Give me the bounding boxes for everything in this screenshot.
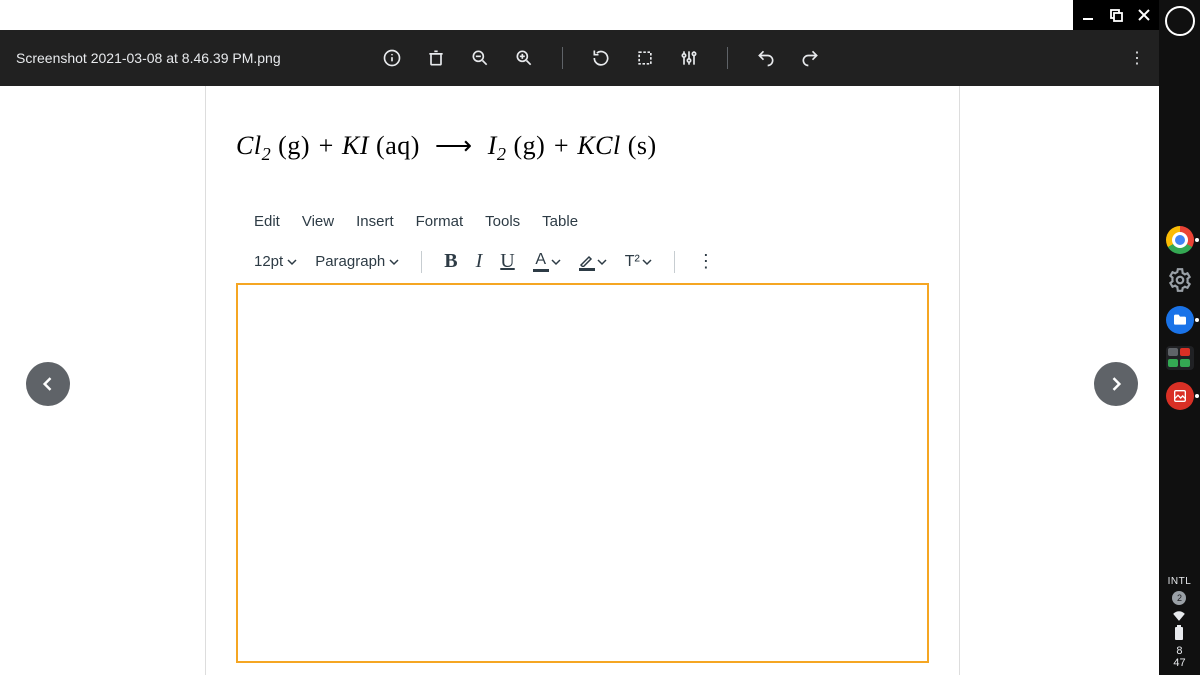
- arrow-icon: ⟶: [427, 131, 481, 160]
- crop-icon[interactable]: [633, 46, 657, 70]
- highlight-button[interactable]: [579, 253, 607, 271]
- zoom-out-icon[interactable]: [468, 46, 492, 70]
- redo-icon[interactable]: [798, 46, 822, 70]
- block-format-value: Paragraph: [315, 253, 385, 270]
- equation: Cl2 (g) + KI (aq) ⟶ I2 (g) + KCl (s): [206, 86, 959, 195]
- eq-state: (aq): [376, 131, 420, 160]
- rotate-icon[interactable]: [589, 46, 613, 70]
- clock: 8 47: [1173, 645, 1185, 669]
- settings-icon[interactable]: [1166, 266, 1194, 294]
- clock-hour: 8: [1173, 645, 1185, 657]
- delete-icon[interactable]: [424, 46, 448, 70]
- clock-minute: 47: [1173, 657, 1185, 669]
- shelf-status[interactable]: INTL 2 8 47: [1168, 576, 1192, 669]
- shelf-apps: [1166, 226, 1194, 410]
- next-image-button[interactable]: [1094, 362, 1138, 406]
- menu-insert[interactable]: Insert: [356, 213, 394, 230]
- maximize-icon[interactable]: [1109, 8, 1123, 22]
- eq-sub: 2: [262, 144, 272, 164]
- files-icon[interactable]: [1166, 306, 1194, 334]
- eq-plus: +: [552, 131, 577, 160]
- viewer-bar: Screenshot 2021-03-08 at 8.46.39 PM.png: [0, 30, 1159, 86]
- italic-button[interactable]: I: [476, 250, 483, 273]
- viewer-tools: [380, 30, 822, 86]
- chevron-down-icon: [597, 257, 607, 267]
- underline-button[interactable]: U: [500, 250, 514, 273]
- toolbar-separator: [562, 47, 563, 69]
- eq-kcl: KCl: [577, 131, 620, 160]
- editor-menubar: Edit View Insert Format Tools Table: [206, 195, 959, 242]
- toolbar-separator: [421, 251, 422, 273]
- chevron-down-icon: [551, 257, 561, 267]
- filename-label: Screenshot 2021-03-08 at 8.46.39 PM.png: [0, 50, 281, 66]
- eq-state: (g): [513, 131, 545, 160]
- eq-cl: Cl: [236, 131, 262, 160]
- menu-format[interactable]: Format: [416, 213, 464, 230]
- eq-plus: +: [317, 131, 342, 160]
- editor-more-button[interactable]: ⋮: [697, 251, 715, 272]
- font-size-dropdown[interactable]: 12pt: [254, 253, 297, 270]
- adjust-icon[interactable]: [677, 46, 701, 70]
- block-format-dropdown[interactable]: Paragraph: [315, 253, 399, 270]
- editor-body[interactable]: [236, 283, 929, 663]
- chevron-down-icon: [389, 257, 399, 267]
- menu-view[interactable]: View: [302, 213, 334, 230]
- page: Cl2 (g) + KI (aq) ⟶ I2 (g) + KCl (s) Edi…: [205, 86, 960, 675]
- extension-icon[interactable]: [1166, 346, 1194, 370]
- prev-image-button[interactable]: [26, 362, 70, 406]
- toolbar-separator: [674, 251, 675, 273]
- eq-state: (s): [628, 131, 657, 160]
- launcher-button[interactable]: [1165, 6, 1195, 36]
- superscript-button[interactable]: T²: [625, 253, 652, 271]
- zoom-in-icon[interactable]: [512, 46, 536, 70]
- superscript-glyph: T²: [625, 253, 640, 271]
- font-size-value: 12pt: [254, 253, 283, 270]
- gallery-icon[interactable]: [1166, 382, 1194, 410]
- shelf: INTL 2 8 47: [1159, 0, 1200, 675]
- editor-toolbar: 12pt Paragraph B I U A: [206, 242, 959, 283]
- eq-state: (g): [278, 131, 310, 160]
- highlighter-icon: [579, 253, 595, 267]
- menu-table[interactable]: Table: [542, 213, 578, 230]
- battery-icon: [1174, 625, 1184, 641]
- menu-edit[interactable]: Edit: [254, 213, 280, 230]
- ime-indicator[interactable]: INTL: [1168, 576, 1192, 587]
- minimize-icon[interactable]: [1081, 8, 1095, 22]
- text-color-button[interactable]: A: [533, 252, 561, 272]
- eq-sub: 2: [497, 144, 507, 164]
- notification-badge[interactable]: 2: [1172, 591, 1186, 605]
- wifi-icon: [1172, 609, 1186, 621]
- viewer-content: Cl2 (g) + KI (aq) ⟶ I2 (g) + KCl (s) Edi…: [0, 86, 1159, 675]
- info-icon[interactable]: [380, 46, 404, 70]
- eq-ki: KI: [342, 131, 369, 160]
- more-icon[interactable]: ⋮: [1129, 30, 1145, 86]
- eq-i: I: [488, 131, 497, 160]
- chevron-down-icon: [642, 257, 652, 267]
- text-color-glyph: A: [535, 252, 546, 268]
- close-icon[interactable]: [1137, 8, 1151, 22]
- window-controls: [1073, 0, 1159, 30]
- bold-button[interactable]: B: [444, 250, 457, 273]
- toolbar-separator: [727, 47, 728, 69]
- chevron-down-icon: [287, 257, 297, 267]
- undo-icon[interactable]: [754, 46, 778, 70]
- menu-tools[interactable]: Tools: [485, 213, 520, 230]
- chrome-icon[interactable]: [1166, 226, 1194, 254]
